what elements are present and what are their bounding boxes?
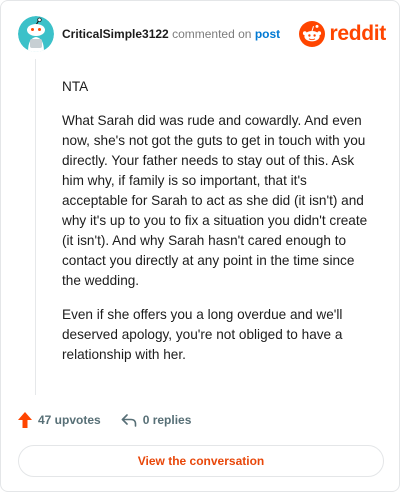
reddit-logo-icon xyxy=(299,21,326,47)
reply-count: 0 replies xyxy=(142,413,192,427)
comment-actions: 47 upvotes 0 replies xyxy=(18,410,191,430)
comment-card: CriticalSimple3122 commented on post red… xyxy=(0,0,400,492)
username[interactable]: CriticalSimple3122 xyxy=(62,27,169,41)
user-avatar[interactable] xyxy=(18,16,54,52)
upvote-count: 47 upvotes xyxy=(38,413,101,427)
view-conversation-button[interactable]: View the conversation xyxy=(18,445,384,477)
comment-paragraph: NTA xyxy=(62,79,89,94)
comment-paragraph: What Sarah did was rude and cowardly. An… xyxy=(62,113,368,288)
upvote-button[interactable]: 47 upvotes xyxy=(18,412,101,428)
post-link[interactable]: post xyxy=(255,27,280,41)
reply-arrow-icon xyxy=(121,414,137,427)
reddit-wordmark: reddit xyxy=(329,22,386,45)
comment-meta: CriticalSimple3122 commented on post xyxy=(62,27,280,41)
reddit-brand[interactable]: reddit xyxy=(299,20,386,48)
thread-line xyxy=(35,59,36,395)
reply-button[interactable]: 0 replies xyxy=(121,413,192,427)
upvote-arrow-icon xyxy=(18,412,32,428)
commented-on-label: commented on xyxy=(172,27,252,41)
comment-header: CriticalSimple3122 commented on post red… xyxy=(18,16,386,52)
comment-paragraph: Even if she offers you a long overdue an… xyxy=(62,307,343,362)
comment-body: NTA What Sarah did was rude and cowardly… xyxy=(62,77,374,379)
snoo-avatar-icon xyxy=(18,16,54,52)
